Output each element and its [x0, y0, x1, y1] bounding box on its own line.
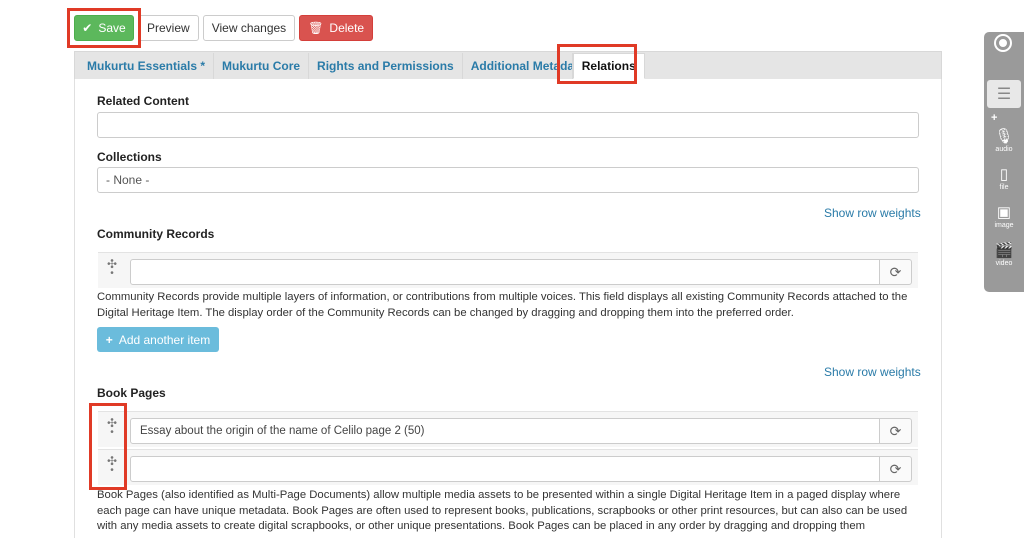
related-content-label: Related Content	[97, 94, 190, 108]
community-records-label: Community Records	[97, 227, 215, 241]
preview-button[interactable]: Preview	[138, 15, 199, 41]
plus-icon[interactable]: +	[991, 112, 997, 124]
save-button[interactable]: ✔ Save	[74, 15, 134, 41]
add-another-item-label: Add another item	[118, 332, 211, 347]
sidebar-item-video[interactable]: 🎬 video	[984, 242, 1024, 267]
plus-icon: +	[105, 332, 113, 347]
drag-handle-icon[interactable]: ✣ •	[104, 258, 120, 281]
sidebar-item-audio[interactable]: 🎙 audio	[984, 128, 1024, 153]
refresh-icon[interactable]: ⟳	[879, 418, 912, 444]
drag-handle-icon[interactable]: ✣ •	[104, 455, 120, 478]
sidebar-item-label: file	[999, 184, 1009, 191]
community-record-input[interactable]	[130, 259, 880, 285]
delete-button-label: Delete	[329, 21, 365, 35]
sidebar-item-image[interactable]: ▣ image	[984, 204, 1024, 229]
sidebar-item-file[interactable]: ▯ file	[984, 166, 1024, 191]
tab-additional-metadata[interactable]: Additional Metadata	[463, 53, 573, 79]
delete-button[interactable]: 🗑 Delete	[299, 15, 374, 41]
related-content-input[interactable]	[97, 112, 919, 138]
save-button-label: Save	[98, 21, 126, 35]
book-pages-label: Book Pages	[97, 386, 166, 400]
microphone-icon: 🎙	[994, 128, 1014, 145]
sidebar-item-label: video	[995, 260, 1013, 267]
book-pages-description: Book Pages (also identified as Multi-Pag…	[97, 489, 908, 532]
community-records-row: ✣ • ⟳	[98, 252, 918, 288]
tab-relations[interactable]: Relations	[572, 53, 645, 79]
sidebar-item-label: audio	[995, 146, 1013, 153]
checkmark-icon: ✔	[82, 21, 93, 35]
drag-handle-icon[interactable]: ✣ •	[104, 417, 120, 440]
book-page-row: ✣ • Essay about the origin of the name of…	[98, 411, 918, 447]
media-sidebar: ☰ + 🎙 audio ▯ file ▣ image 🎬 video	[984, 32, 1024, 292]
community-records-show-row-weights-link[interactable]: Show row weights	[824, 206, 921, 220]
tab-bar: Mukurtu Essentials * Mukurtu Core Rights…	[74, 51, 942, 79]
file-icon: ▯	[999, 166, 1009, 183]
list-view-icon[interactable]: ☰	[987, 80, 1021, 108]
view-changes-button[interactable]: View changes	[202, 15, 296, 41]
refresh-icon[interactable]: ⟳	[879, 456, 912, 482]
tab-mukurtu-essentials[interactable]: Mukurtu Essentials *	[79, 53, 215, 79]
image-icon: ▣	[996, 204, 1012, 221]
tab-mukurtu-core[interactable]: Mukurtu Core	[214, 53, 310, 79]
refresh-icon[interactable]: ⟳	[879, 259, 912, 285]
trash-icon: 🗑	[308, 21, 324, 35]
sidebar-item-label: image	[994, 222, 1014, 229]
add-another-item-button[interactable]: + Add another item	[97, 327, 219, 352]
book-page-input[interactable]	[130, 456, 880, 482]
tab-rights-and-permissions[interactable]: Rights and Permissions	[309, 53, 463, 79]
book-pages-show-row-weights-link[interactable]: Show row weights	[824, 365, 921, 379]
book-page-input[interactable]: Essay about the origin of the name of Ce…	[130, 418, 880, 444]
community-records-description: Community Records provide multiple layer…	[97, 291, 908, 319]
collections-select[interactable]: - None -	[97, 167, 919, 193]
collections-label: Collections	[97, 150, 162, 164]
book-page-row: ✣ • ⟳	[98, 449, 918, 485]
form-toolbar: ✔ Save Preview View changes 🗑 Delete	[74, 15, 374, 41]
clapperboard-icon: 🎬	[994, 242, 1014, 259]
sidebar-toggle-icon[interactable]	[996, 36, 1010, 50]
